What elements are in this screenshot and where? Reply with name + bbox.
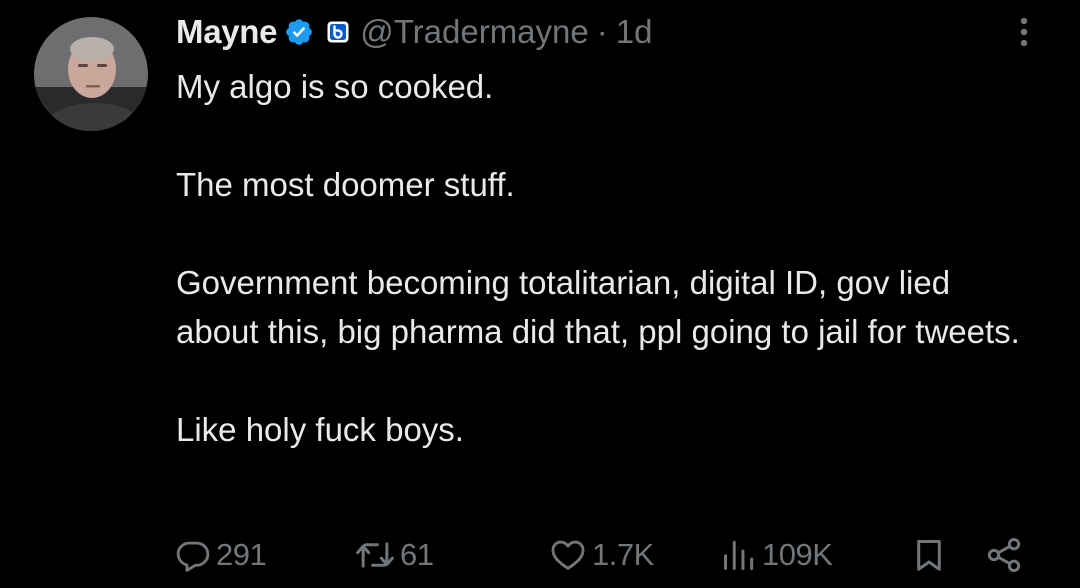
views-icon bbox=[724, 540, 754, 570]
separator-dot: · bbox=[596, 13, 608, 50]
reply-icon bbox=[176, 541, 210, 572]
tweet-text-line: My algo is so cooked. bbox=[176, 68, 494, 105]
tweet-text: My algo is so cooked. The most doomer st… bbox=[176, 62, 1056, 454]
display-name[interactable]: Mayne bbox=[176, 13, 278, 51]
reply-button[interactable]: 291 bbox=[174, 530, 267, 580]
bookmark-icon bbox=[917, 540, 941, 571]
avatar[interactable] bbox=[34, 17, 148, 131]
tweet-text-line: Government becoming totalitarian, digita… bbox=[176, 264, 1020, 350]
author-handle[interactable]: @Tradermayne bbox=[360, 13, 589, 51]
verified-badge-icon[interactable] bbox=[284, 17, 314, 47]
repost-icon bbox=[356, 542, 394, 568]
reply-count: 291 bbox=[216, 537, 267, 572]
views-count: 109K bbox=[762, 537, 833, 572]
tweet-text-line: Like holy fuck boys. bbox=[176, 411, 464, 448]
tweet-header: Mayne @Tradermayne · 1d bbox=[176, 8, 652, 56]
affiliate-badge-icon[interactable] bbox=[326, 20, 350, 44]
like-icon bbox=[551, 540, 585, 570]
share-icon bbox=[987, 538, 1021, 572]
repost-count: 61 bbox=[400, 537, 434, 572]
more-options-icon[interactable] bbox=[1004, 12, 1044, 52]
tweet-timestamp[interactable]: 1d bbox=[616, 13, 653, 51]
tweet[interactable]: Mayne @Tradermayne · 1d My algo is so co bbox=[0, 0, 1080, 588]
tweet-text-line: The most doomer stuff. bbox=[176, 166, 515, 203]
bookmark-button[interactable] bbox=[910, 530, 948, 580]
like-count: 1.7K bbox=[592, 537, 654, 572]
action-bar: 291 61 1.7K 109K bbox=[0, 530, 1080, 580]
avatar-image bbox=[34, 17, 148, 131]
share-button[interactable] bbox=[984, 530, 1024, 580]
repost-button[interactable]: 61 bbox=[354, 530, 434, 580]
like-button[interactable]: 1.7K bbox=[548, 530, 654, 580]
views-button[interactable]: 109K bbox=[720, 530, 833, 580]
